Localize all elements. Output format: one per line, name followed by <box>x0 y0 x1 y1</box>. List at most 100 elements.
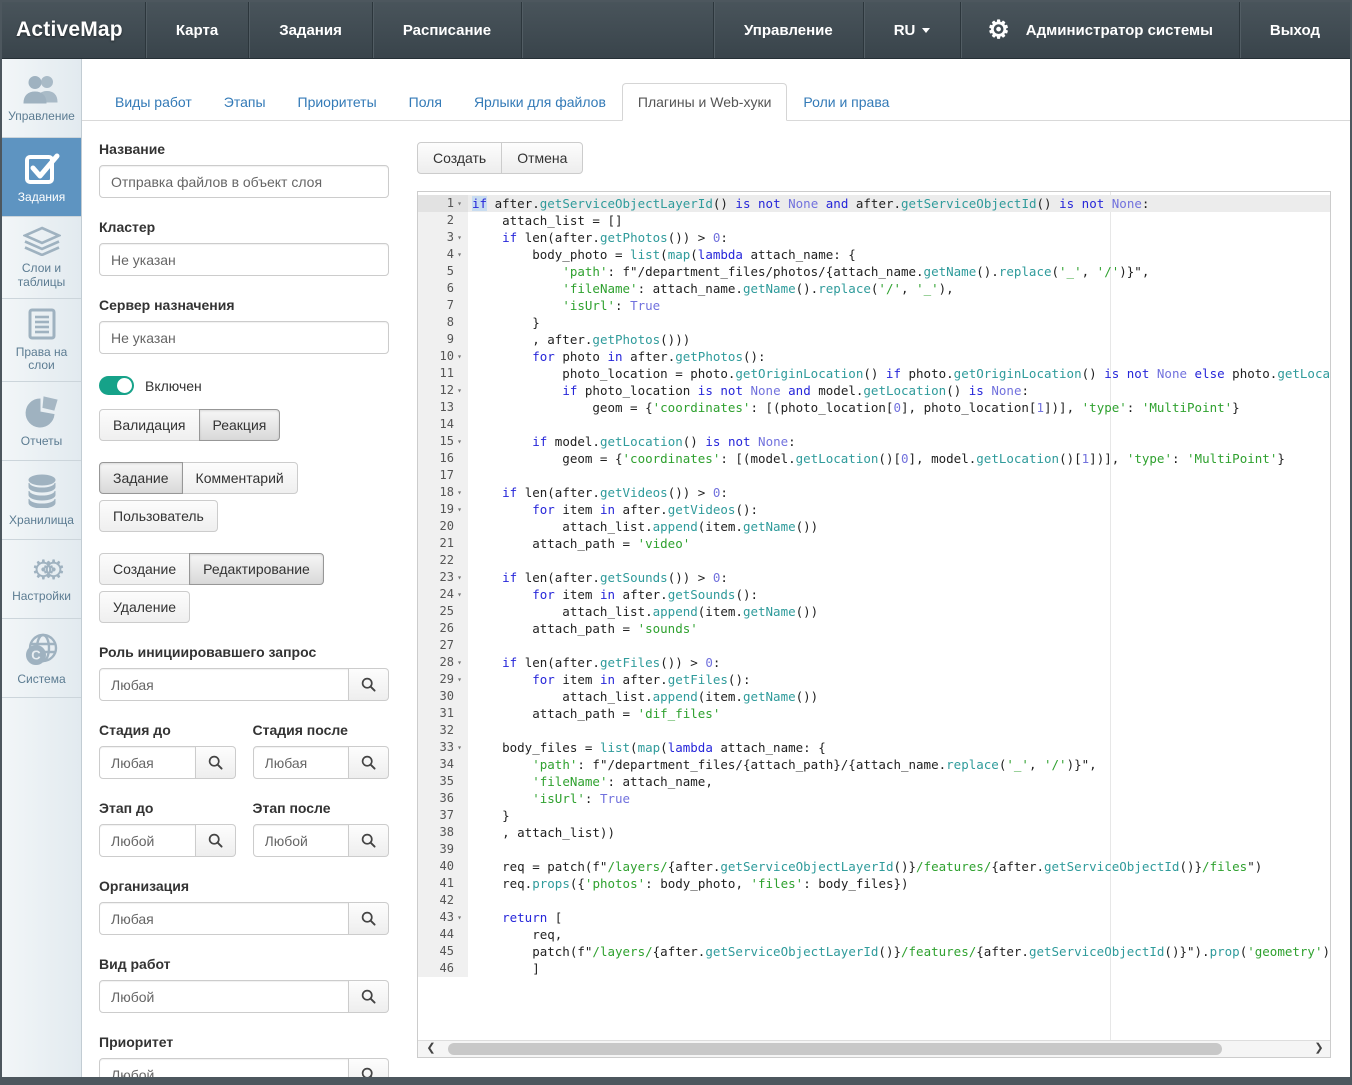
step-before-input[interactable] <box>99 824 196 857</box>
code-line-23[interactable]: 23▾ if len(after.getSounds()) > 0: <box>418 569 1330 586</box>
step-after-input[interactable] <box>253 824 350 857</box>
language-dropdown[interactable]: RU <box>864 2 961 58</box>
code-line-32[interactable]: 32 <box>418 722 1330 739</box>
code-line-27[interactable]: 27 <box>418 637 1330 654</box>
target-2-button[interactable]: Комментарий <box>182 462 298 494</box>
code-line-17[interactable]: 17 <box>418 467 1330 484</box>
organization-search-button[interactable] <box>349 902 389 935</box>
mode-2-button[interactable]: Реакция <box>199 409 281 441</box>
code-line-16[interactable]: 16 geom = {'coordinates': [(model.getLoc… <box>418 450 1330 467</box>
code-line-7[interactable]: 7 'isUrl': True <box>418 297 1330 314</box>
role-search-button[interactable] <box>349 668 389 701</box>
tab-4[interactable]: Поля <box>393 83 458 121</box>
stage-before-search-button[interactable] <box>196 746 236 779</box>
fold-arrow-icon[interactable]: ▾ <box>454 484 465 501</box>
code-line-8[interactable]: 8 } <box>418 314 1330 331</box>
fold-arrow-icon[interactable]: ▾ <box>454 739 465 756</box>
server-input[interactable] <box>99 321 389 354</box>
sidebar-item-8[interactable]: CСистема <box>2 619 81 698</box>
code-line-44[interactable]: 44 req, <box>418 926 1330 943</box>
code-line-37[interactable]: 37 } <box>418 807 1330 824</box>
event-1-button[interactable]: Создание <box>99 553 190 585</box>
code-line-39[interactable]: 39 <box>418 841 1330 858</box>
code-line-15[interactable]: 15▾ if model.getLocation() is not None: <box>418 433 1330 450</box>
fold-arrow-icon[interactable]: ▾ <box>454 246 465 263</box>
fold-arrow-icon[interactable]: ▾ <box>454 654 465 671</box>
code-line-30[interactable]: 30 attach_list.append(item.getName()) <box>418 688 1330 705</box>
code-line-9[interactable]: 9 , after.getPhotos())) <box>418 331 1330 348</box>
logout-button[interactable]: Выход <box>1240 2 1350 58</box>
work-type-input[interactable] <box>99 980 349 1013</box>
organization-input[interactable] <box>99 902 349 935</box>
code-line-38[interactable]: 38 , attach_list)) <box>418 824 1330 841</box>
code-line-12[interactable]: 12▾ if photo_location is not None and mo… <box>418 382 1330 399</box>
fold-arrow-icon[interactable]: ▾ <box>454 569 465 586</box>
scroll-right-icon[interactable]: ❯ <box>1310 1041 1328 1057</box>
fold-arrow-icon[interactable]: ▾ <box>454 671 465 688</box>
code-line-19[interactable]: 19▾ for item in after.getVideos(): <box>418 501 1330 518</box>
name-input[interactable] <box>99 165 389 198</box>
code-line-45[interactable]: 45 patch(f"/layers/{after.getServiceObje… <box>418 943 1330 960</box>
tab-5[interactable]: Ярлыки для файлов <box>458 83 622 121</box>
enabled-toggle[interactable] <box>99 376 134 395</box>
sidebar-item-2[interactable]: Задания <box>2 138 81 217</box>
code-line-41[interactable]: 41 req.props({'photos': body_photo, 'fil… <box>418 875 1330 892</box>
code-line-26[interactable]: 26 attach_path = 'sounds' <box>418 620 1330 637</box>
tab-2[interactable]: Этапы <box>208 83 282 121</box>
tab-6[interactable]: Плагины и Web-хуки <box>622 83 787 121</box>
code-line-31[interactable]: 31 attach_path = 'dif_files' <box>418 705 1330 722</box>
code-line-13[interactable]: 13 geom = {'coordinates': [(photo_locati… <box>418 399 1330 416</box>
event-2-button[interactable]: Редактирование <box>189 553 324 585</box>
fold-arrow-icon[interactable]: ▾ <box>454 909 465 926</box>
code-line-10[interactable]: 10▾ for photo in after.getPhotos(): <box>418 348 1330 365</box>
code-line-35[interactable]: 35 'fileName': attach_name, <box>418 773 1330 790</box>
scroll-left-icon[interactable]: ❮ <box>422 1041 440 1057</box>
code-line-24[interactable]: 24▾ for item in after.getSounds(): <box>418 586 1330 603</box>
code-line-25[interactable]: 25 attach_list.append(item.getName()) <box>418 603 1330 620</box>
stage-after-input[interactable] <box>253 746 350 779</box>
code-line-18[interactable]: 18▾ if len(after.getVideos()) > 0: <box>418 484 1330 501</box>
work-type-search-button[interactable] <box>349 980 389 1013</box>
nav-map[interactable]: Карта <box>146 2 248 58</box>
sidebar-item-3[interactable]: Слои и таблицы <box>2 217 81 299</box>
tab-3[interactable]: Приоритеты <box>282 83 393 121</box>
fold-arrow-icon[interactable]: ▾ <box>454 501 465 518</box>
target-extra-1-button[interactable]: Пользователь <box>99 500 218 532</box>
code-line-14[interactable]: 14 <box>418 416 1330 433</box>
fold-arrow-icon[interactable]: ▾ <box>454 433 465 450</box>
horizontal-scrollbar[interactable]: ❮ ❯ <box>418 1040 1330 1057</box>
fold-arrow-icon[interactable]: ▾ <box>454 382 465 399</box>
code-line-21[interactable]: 21 attach_path = 'video' <box>418 535 1330 552</box>
code-line-1[interactable]: 1▾if after.getServiceObjectLayerId() is … <box>418 195 1330 212</box>
sidebar-item-6[interactable]: Хранилища <box>2 461 81 540</box>
user-account[interactable]: ⚙ Администратор системы <box>961 2 1239 58</box>
fold-arrow-icon[interactable]: ▾ <box>454 195 465 212</box>
fold-arrow-icon[interactable]: ▾ <box>454 229 465 246</box>
fold-arrow-icon[interactable]: ▾ <box>454 586 465 603</box>
code-line-28[interactable]: 28▾ if len(after.getFiles()) > 0: <box>418 654 1330 671</box>
stage-before-input[interactable] <box>99 746 196 779</box>
create-button[interactable]: Создать <box>417 142 502 174</box>
code-line-4[interactable]: 4▾ body_photo = list(map(lambda attach_n… <box>418 246 1330 263</box>
code-line-40[interactable]: 40 req = patch(f"/layers/{after.getServi… <box>418 858 1330 875</box>
mode-1-button[interactable]: Валидация <box>99 409 200 441</box>
code-line-29[interactable]: 29▾ for item in after.getFiles(): <box>418 671 1330 688</box>
code-editor[interactable]: 1▾if after.getServiceObjectLayerId() is … <box>417 191 1331 1058</box>
code-line-20[interactable]: 20 attach_list.append(item.getName()) <box>418 518 1330 535</box>
tab-1[interactable]: Виды работ <box>99 83 208 121</box>
code-line-34[interactable]: 34 'path': f"/department_files/{attach_p… <box>418 756 1330 773</box>
code-line-43[interactable]: 43▾ return [ <box>418 909 1330 926</box>
cluster-input[interactable] <box>99 243 389 276</box>
sidebar-item-7[interactable]: ⚙⚙Настройки <box>2 540 81 619</box>
role-input[interactable] <box>99 668 349 701</box>
scrollbar-thumb[interactable] <box>448 1043 1222 1055</box>
code-line-3[interactable]: 3▾ if len(after.getPhotos()) > 0: <box>418 229 1330 246</box>
stage-after-search-button[interactable] <box>349 746 389 779</box>
nav-management[interactable]: Управление <box>714 2 863 58</box>
code-line-11[interactable]: 11 photo_location = photo.getOriginLocat… <box>418 365 1330 382</box>
code-line-42[interactable]: 42 <box>418 892 1330 909</box>
fold-arrow-icon[interactable]: ▾ <box>454 348 465 365</box>
tab-7[interactable]: Роли и права <box>787 83 905 121</box>
code-line-2[interactable]: 2 attach_list = [] <box>418 212 1330 229</box>
code-line-36[interactable]: 36 'isUrl': True <box>418 790 1330 807</box>
